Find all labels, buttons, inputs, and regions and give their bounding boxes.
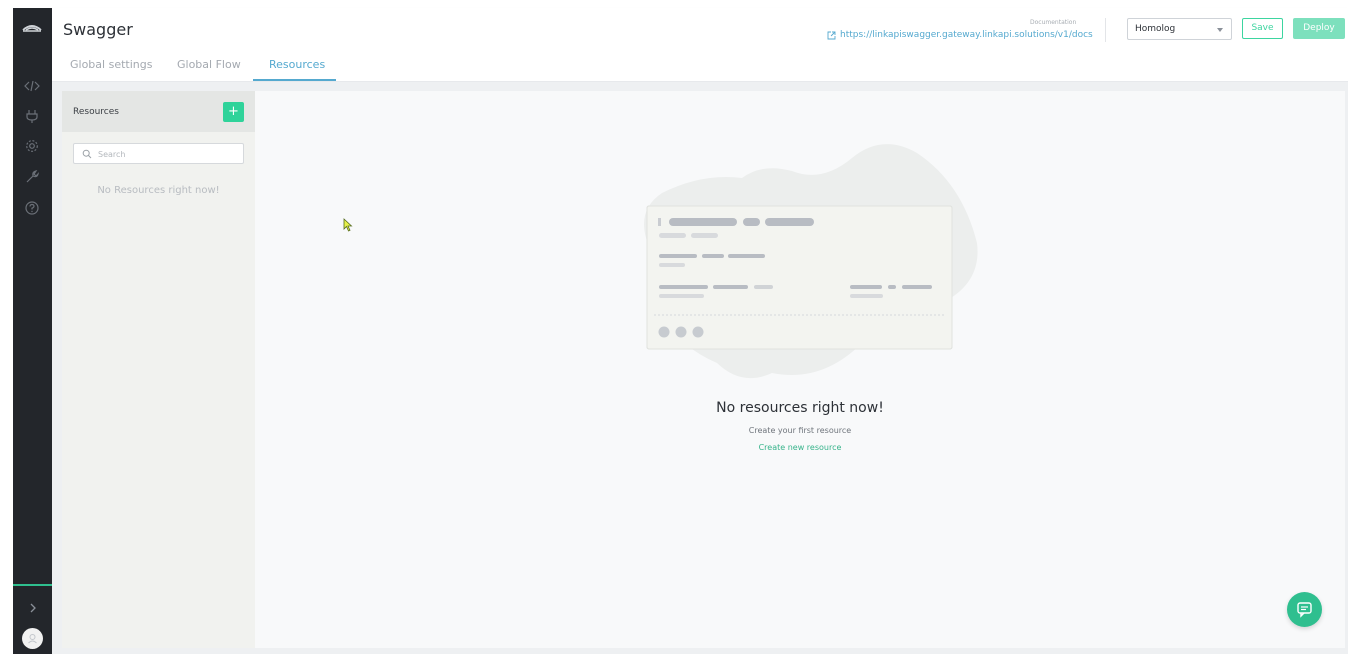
- plug-icon[interactable]: [24, 108, 40, 124]
- resources-sidebar-title: Resources: [73, 107, 119, 117]
- resources-sidebar: Resources + No Resources right now!: [62, 91, 255, 648]
- environment-selected-value: Homolog: [1135, 24, 1176, 34]
- code-icon[interactable]: [24, 78, 40, 94]
- caret-down-icon: [1217, 28, 1223, 32]
- user-avatar-icon[interactable]: [22, 628, 43, 649]
- wrench-icon[interactable]: [24, 169, 40, 185]
- create-resource-link[interactable]: Create new resource: [255, 443, 1345, 452]
- sidebar-empty-message: No Resources right now!: [97, 185, 220, 196]
- active-tab-indicator: [253, 79, 336, 81]
- header-divider: [1105, 18, 1106, 42]
- environment-select[interactable]: Homolog: [1127, 18, 1232, 40]
- mouse-cursor-icon: [343, 218, 353, 232]
- cloud-logo-icon[interactable]: [21, 20, 43, 36]
- resources-sidebar-header: Resources +: [62, 91, 255, 132]
- deploy-button[interactable]: Deploy: [1293, 18, 1345, 39]
- nav-rail: [13, 8, 52, 654]
- empty-state-illustration: [644, 144, 978, 379]
- chat-icon: [1297, 602, 1312, 618]
- resource-search-input[interactable]: [98, 147, 238, 161]
- documentation-label: Documentation: [1030, 19, 1077, 26]
- save-button[interactable]: Save: [1242, 18, 1283, 39]
- external-link-icon: [827, 31, 836, 39]
- tab-global-settings[interactable]: Global settings: [70, 58, 152, 71]
- resource-search-field[interactable]: [73, 143, 244, 164]
- chat-support-button[interactable]: [1287, 592, 1322, 627]
- rail-divider: [13, 584, 52, 586]
- gear-icon[interactable]: [24, 138, 40, 154]
- add-resource-button[interactable]: +: [223, 102, 244, 122]
- help-icon[interactable]: [24, 200, 40, 216]
- tab-resources[interactable]: Resources: [269, 58, 325, 71]
- main-pane: No resources right now! Create your firs…: [255, 91, 1345, 648]
- tab-global-flow[interactable]: Global Flow: [177, 58, 241, 71]
- page-title: Swagger: [63, 20, 133, 39]
- empty-state-title: No resources right now!: [716, 400, 884, 416]
- top-header: Swagger Global settings Global Flow Reso…: [52, 8, 1348, 82]
- empty-state-subtitle: Create your first resource: [748, 426, 852, 435]
- documentation-url: https://linkapiswagger.gateway.linkapi.s…: [840, 30, 1093, 40]
- documentation-link[interactable]: https://linkapiswagger.gateway.linkapi.s…: [827, 30, 1093, 40]
- chevron-right-icon[interactable]: [26, 601, 40, 615]
- search-icon: [82, 149, 92, 159]
